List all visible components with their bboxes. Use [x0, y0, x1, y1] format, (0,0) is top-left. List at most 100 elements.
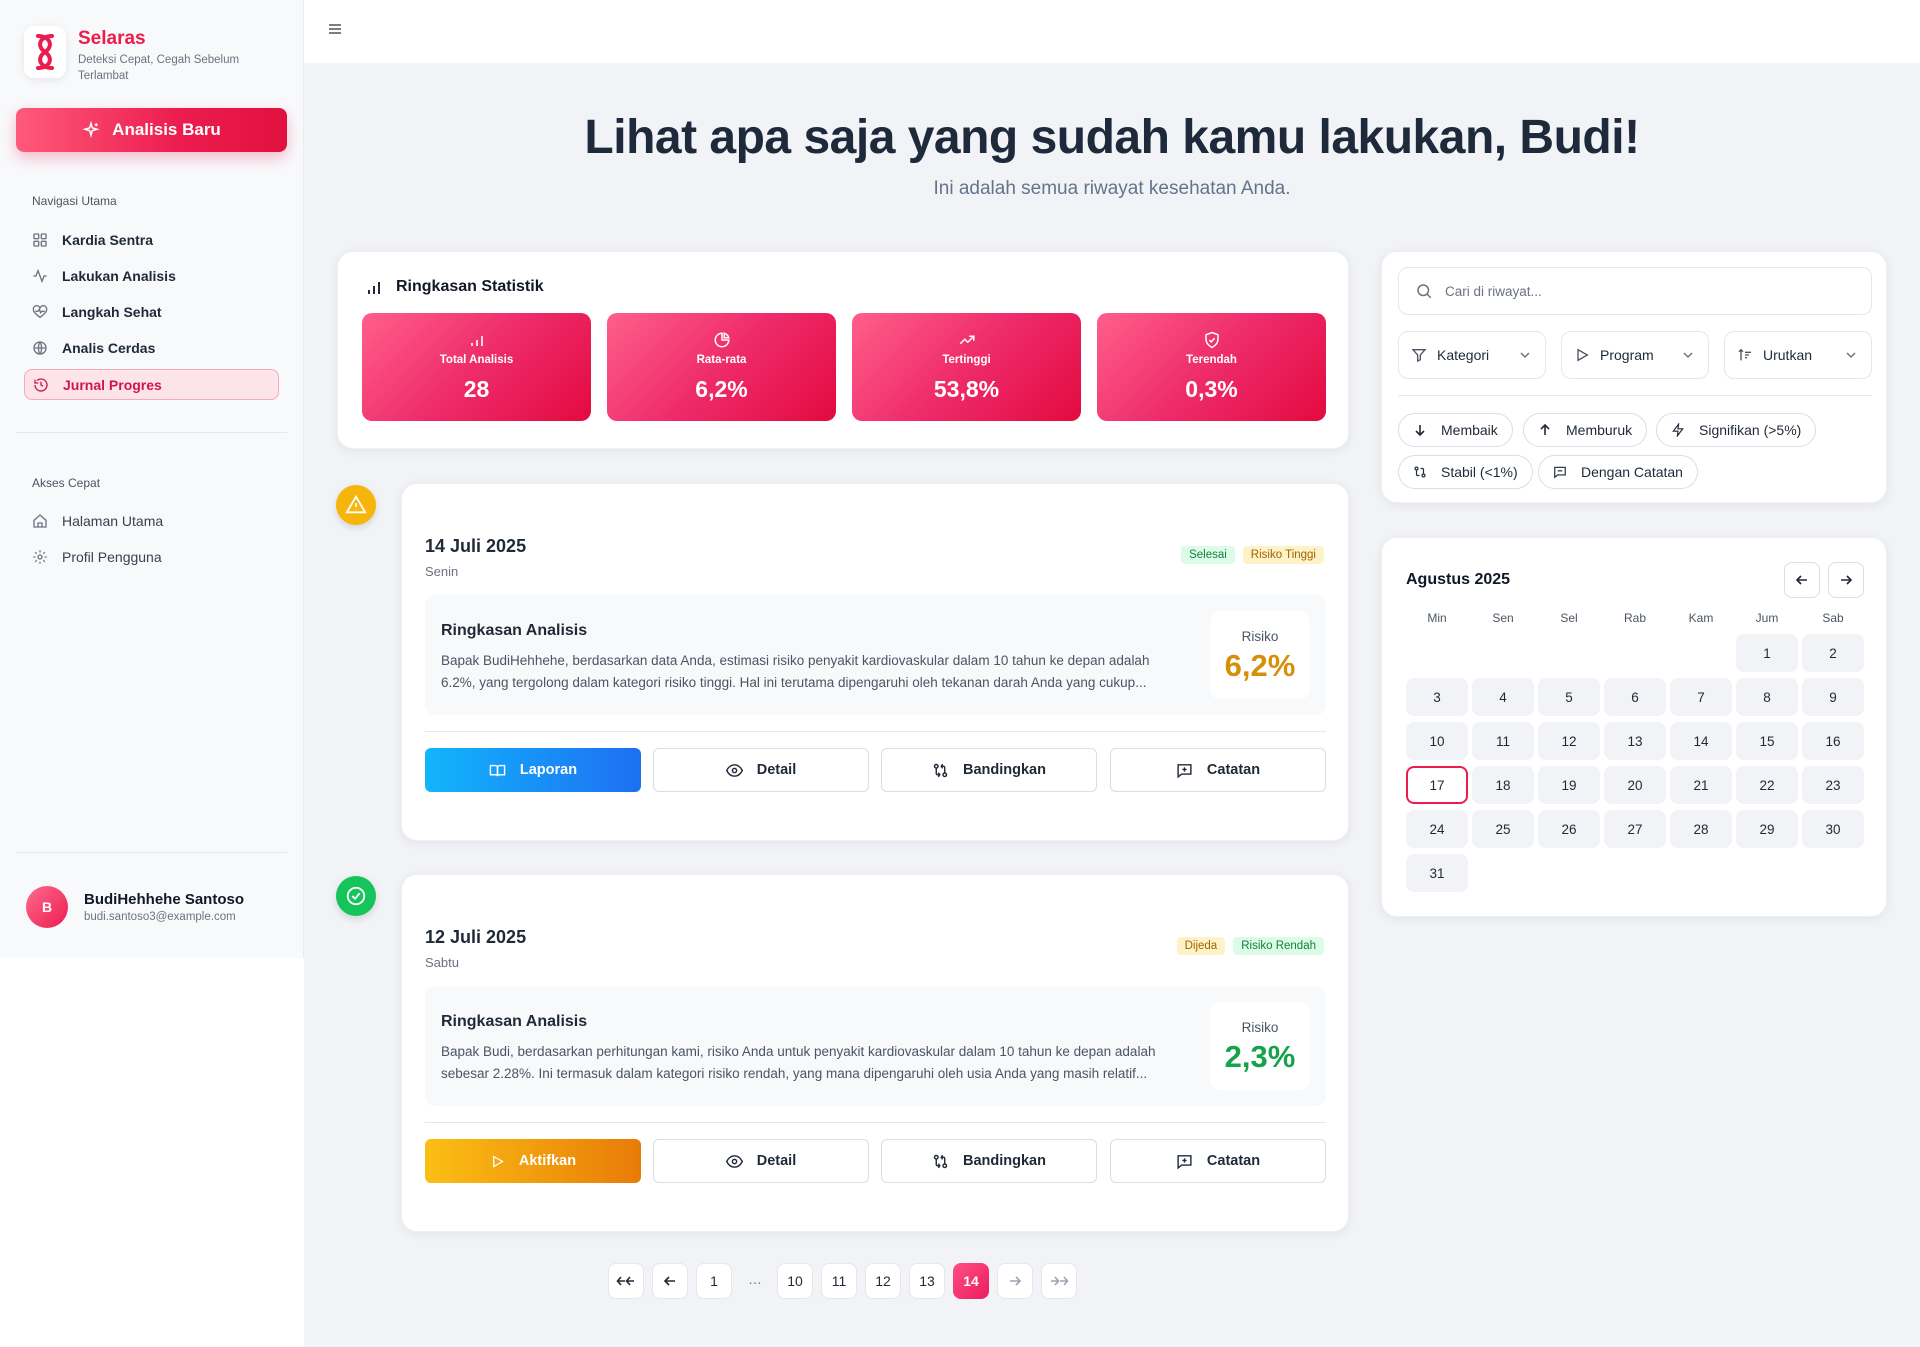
- calendar-day[interactable]: 14: [1670, 722, 1732, 760]
- calendar-weekday: Jum: [1755, 611, 1779, 625]
- sidebar-item-halaman-utama[interactable]: Halaman Utama: [24, 506, 279, 536]
- sidebar-item-analis-cerdas[interactable]: Analis Cerdas: [24, 333, 279, 363]
- last-page-button[interactable]: [1041, 1263, 1077, 1299]
- calendar-day[interactable]: 7: [1670, 678, 1732, 716]
- sort-dropdown[interactable]: Urutkan: [1724, 331, 1872, 379]
- calendar-day[interactable]: 16: [1802, 722, 1864, 760]
- sidebar-item-langkah-sehat[interactable]: Langkah Sehat: [24, 297, 279, 327]
- status-badge: Selesai: [1181, 546, 1235, 564]
- calendar-day[interactable]: 22: [1736, 766, 1798, 804]
- sidebar-item-jurnal-progres[interactable]: Jurnal Progres: [24, 369, 279, 400]
- activate-button[interactable]: Aktifkan: [425, 1139, 641, 1183]
- bar-chart-icon: [468, 331, 486, 349]
- topbar: [304, 0, 1920, 63]
- calendar-day[interactable]: 13: [1604, 722, 1666, 760]
- user-card[interactable]: B BudiHehhehe Santoso budi.santoso3@exam…: [26, 886, 244, 928]
- page-button[interactable]: 10: [777, 1263, 813, 1299]
- stat-value: 6,2%: [695, 376, 748, 402]
- risk-box: Risiko 6,2%: [1210, 611, 1310, 699]
- calendar-day[interactable]: 15: [1736, 722, 1798, 760]
- calendar-prev-button[interactable]: [1784, 562, 1820, 598]
- stat-label: Tertinggi: [942, 354, 991, 366]
- calendar-day[interactable]: 10: [1406, 722, 1468, 760]
- calendar-day[interactable]: 28: [1670, 810, 1732, 848]
- menu-icon[interactable]: [328, 22, 342, 36]
- page-button[interactable]: 1: [696, 1263, 732, 1299]
- new-analysis-button[interactable]: Analisis Baru: [16, 108, 287, 152]
- page-button[interactable]: 13: [909, 1263, 945, 1299]
- home-icon: [32, 513, 48, 529]
- chip-stable[interactable]: Stabil (<1%): [1398, 455, 1533, 489]
- next-page-button[interactable]: [997, 1263, 1033, 1299]
- sidebar-item-kardia-sentra[interactable]: Kardia Sentra: [24, 225, 279, 255]
- heart-pulse-icon: [32, 304, 48, 320]
- sidebar-item-profil-pengguna[interactable]: Profil Pengguna: [24, 542, 279, 572]
- prev-page-button[interactable]: [652, 1263, 688, 1299]
- search-input[interactable]: [1445, 283, 1845, 299]
- calendar-day-today[interactable]: 17: [1406, 766, 1468, 804]
- page-button[interactable]: 12: [865, 1263, 901, 1299]
- calendar-day[interactable]: 27: [1604, 810, 1666, 848]
- notes-button[interactable]: Catatan: [1110, 1139, 1326, 1183]
- program-dropdown[interactable]: Program: [1561, 331, 1709, 379]
- category-dropdown[interactable]: Kategori: [1398, 331, 1546, 379]
- calendar-day[interactable]: 4: [1472, 678, 1534, 716]
- calendar-day[interactable]: 20: [1604, 766, 1666, 804]
- page-button[interactable]: 11: [821, 1263, 857, 1299]
- compare-button[interactable]: Bandingkan: [881, 748, 1097, 792]
- notes-button-label: Catatan: [1206, 1153, 1261, 1169]
- report-button[interactable]: Laporan: [425, 748, 641, 792]
- chevron-down-icon: [1682, 349, 1694, 361]
- brand[interactable]: Selaras Deteksi Cepat, Cegah Sebelum Ter…: [24, 26, 258, 84]
- page-ellipsis: …: [748, 1271, 762, 1287]
- compare-button-label: Bandingkan: [963, 762, 1046, 778]
- calendar-day[interactable]: 24: [1406, 810, 1468, 848]
- calendar-next-button[interactable]: [1828, 562, 1864, 598]
- calendar-day[interactable]: 11: [1472, 722, 1534, 760]
- chip-improving[interactable]: Membaik: [1398, 413, 1513, 447]
- double-arrow-left-icon: [616, 1274, 636, 1288]
- filter-card: Kategori Program Urutkan Membaik Memburu…: [1381, 251, 1887, 503]
- calendar-day[interactable]: 23: [1802, 766, 1864, 804]
- summary-title: Ringkasan Analisis: [441, 622, 588, 639]
- calendar-day[interactable]: 8: [1736, 678, 1798, 716]
- calendar-day[interactable]: 5: [1538, 678, 1600, 716]
- page-button-current[interactable]: 14: [953, 1263, 989, 1299]
- logo-icon: [24, 26, 66, 78]
- calendar-day[interactable]: 6: [1604, 678, 1666, 716]
- bar-chart-icon: [366, 278, 384, 296]
- risk-value: 2,3%: [1224, 1039, 1296, 1074]
- summary-box: Ringkasan Analisis Bapak BudiHehhehe, be…: [425, 595, 1326, 715]
- calendar-day[interactable]: 3: [1406, 678, 1468, 716]
- calendar-day[interactable]: 26: [1538, 810, 1600, 848]
- calendar-day[interactable]: 9: [1802, 678, 1864, 716]
- detail-button[interactable]: Detail: [653, 748, 869, 792]
- chip-worsening[interactable]: Memburuk: [1523, 413, 1648, 447]
- summary-text: Bapak BudiHehhehe, berdasarkan data Anda…: [441, 653, 1150, 690]
- play-icon: [1574, 347, 1590, 363]
- calendar-day[interactable]: 29: [1736, 810, 1798, 848]
- calendar-day[interactable]: 19: [1538, 766, 1600, 804]
- calendar-day[interactable]: 31: [1406, 854, 1468, 892]
- calendar-day[interactable]: 21: [1670, 766, 1732, 804]
- notes-button[interactable]: Catatan: [1110, 748, 1326, 792]
- calendar-day[interactable]: 12: [1538, 722, 1600, 760]
- calendar-day[interactable]: 25: [1472, 810, 1534, 848]
- calendar-day[interactable]: 2: [1802, 634, 1864, 672]
- play-icon: [490, 1154, 505, 1169]
- calendar-day[interactable]: 1: [1736, 634, 1798, 672]
- search-box: [1398, 267, 1872, 315]
- calendar-weekday: Rab: [1623, 611, 1646, 625]
- chip-significant[interactable]: Signifikan (>5%): [1656, 413, 1817, 447]
- sidebar-item-lakukan-analisis[interactable]: Lakukan Analisis: [24, 261, 279, 291]
- chip-label: Stabil (<1%): [1441, 464, 1518, 480]
- entry-date: 12 Juli 2025: [425, 927, 527, 947]
- nav-divider: [16, 432, 287, 433]
- calendar-day[interactable]: 18: [1472, 766, 1534, 804]
- first-page-button[interactable]: [608, 1263, 644, 1299]
- chevron-down-icon: [1845, 349, 1857, 361]
- detail-button[interactable]: Detail: [653, 1139, 869, 1183]
- compare-button[interactable]: Bandingkan: [881, 1139, 1097, 1183]
- calendar-day[interactable]: 30: [1802, 810, 1864, 848]
- chip-with-notes[interactable]: Dengan Catatan: [1538, 455, 1698, 489]
